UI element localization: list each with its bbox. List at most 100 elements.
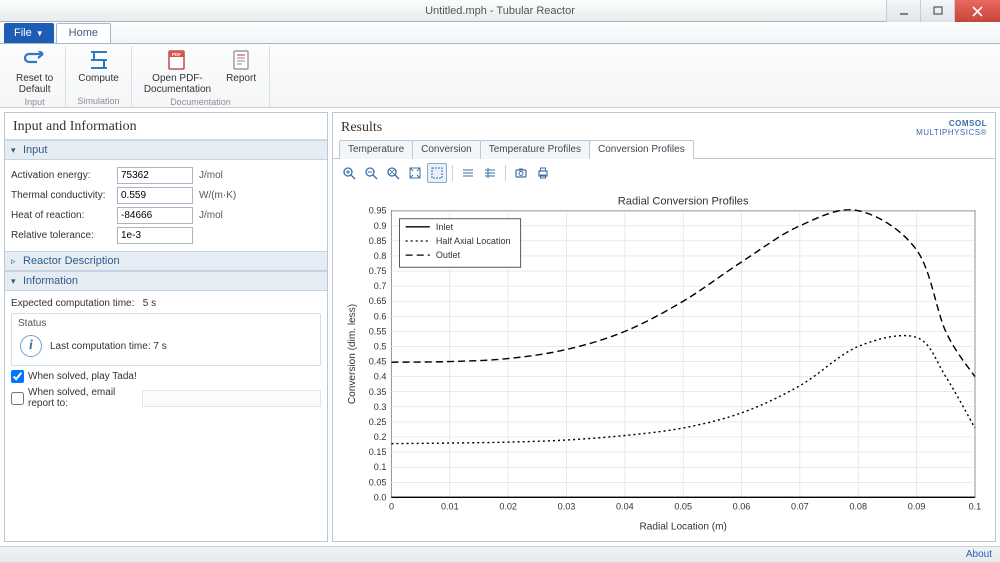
grid-icon[interactable] — [458, 163, 478, 183]
section-information-label: Information — [23, 275, 78, 287]
svg-text:0.0: 0.0 — [374, 492, 387, 502]
file-menu-button[interactable]: File ▼ — [4, 23, 54, 43]
status-label: Status — [18, 318, 314, 329]
window-titlebar: Untitled.mph - Tubular Reactor — [0, 0, 1000, 22]
play-tada-checkbox[interactable] — [11, 370, 24, 383]
svg-text:PDF: PDF — [172, 52, 181, 57]
report-button[interactable]: Report — [219, 46, 263, 97]
open-pdf-documentation-button[interactable]: PDF Open PDF- Documentation — [138, 46, 217, 97]
ribbon-panel: Reset to Default Input Compute Simulatio… — [0, 44, 1000, 108]
zoom-reset-icon[interactable] — [383, 163, 403, 183]
email-report-label: When solved, email report to: — [28, 387, 134, 409]
activation-energy-unit: J/mol — [199, 170, 223, 181]
left-panel-title: Input and Information — [5, 113, 327, 140]
status-text: Last computation time: 7 s — [50, 341, 167, 352]
heat-of-reaction-unit: J/mol — [199, 210, 223, 221]
conversion-profiles-chart: 00.010.020.030.040.050.060.070.080.090.1… — [341, 189, 987, 535]
svg-text:0.02: 0.02 — [499, 501, 517, 511]
section-input-label: Input — [23, 144, 47, 156]
svg-text:0.65: 0.65 — [369, 296, 387, 306]
svg-text:0.01: 0.01 — [441, 501, 459, 511]
results-title: Results — [341, 120, 382, 136]
svg-text:0.5: 0.5 — [374, 342, 387, 352]
thermal-conductivity-input[interactable] — [117, 187, 193, 204]
svg-text:0.85: 0.85 — [369, 236, 387, 246]
svg-text:0.9: 0.9 — [374, 221, 387, 231]
pdf-icon: PDF — [165, 48, 189, 72]
svg-text:0: 0 — [389, 501, 394, 511]
heat-of-reaction-input[interactable] — [117, 207, 193, 224]
activation-energy-input[interactable] — [117, 167, 193, 184]
section-header-input[interactable]: ▾ Input — [5, 140, 327, 160]
email-report-input[interactable] — [142, 390, 321, 407]
tab-conversion[interactable]: Conversion — [412, 140, 481, 159]
dropdown-caret-icon: ▼ — [36, 29, 44, 38]
zoom-extents-icon[interactable] — [405, 163, 425, 183]
print-icon[interactable] — [533, 163, 553, 183]
zoom-out-icon[interactable] — [361, 163, 381, 183]
svg-text:0.05: 0.05 — [369, 477, 387, 487]
svg-text:0.06: 0.06 — [733, 501, 751, 511]
tab-temperature-profiles[interactable]: Temperature Profiles — [480, 140, 590, 159]
brand-top: COMSOL — [916, 119, 987, 128]
svg-text:Inlet: Inlet — [436, 222, 454, 232]
tab-temperature[interactable]: Temperature — [339, 140, 413, 159]
chevron-down-icon: ▾ — [11, 145, 19, 156]
legend-icon[interactable] — [480, 163, 500, 183]
reset-to-default-button[interactable]: Reset to Default — [10, 46, 59, 97]
chevron-down-icon: ▾ — [11, 276, 19, 287]
open-pdf-documentation-label: Open PDF- Documentation — [144, 73, 211, 95]
reset-icon — [23, 48, 47, 72]
svg-text:0.25: 0.25 — [369, 417, 387, 427]
window-title: Untitled.mph - Tubular Reactor — [0, 5, 1000, 17]
window-minimize-button[interactable] — [886, 0, 920, 22]
ribbon-group-documentation-label: Documentation — [170, 97, 231, 108]
svg-text:0.08: 0.08 — [849, 501, 867, 511]
reset-to-default-label: Reset to Default — [16, 73, 53, 95]
svg-text:0.95: 0.95 — [369, 206, 387, 216]
section-reactor-description-label: Reactor Description — [23, 255, 120, 267]
window-maximize-button[interactable] — [920, 0, 954, 22]
heat-of-reaction-label: Heat of reaction: — [11, 210, 117, 221]
svg-text:0.6: 0.6 — [374, 311, 387, 321]
expected-computation-time-label: Expected computation time: — [11, 298, 134, 309]
info-icon: i — [20, 335, 42, 357]
zoom-box-icon[interactable] — [427, 163, 447, 183]
svg-text:Half Axial Location: Half Axial Location — [436, 236, 511, 246]
thermal-conductivity-label: Thermal conductivity: — [11, 190, 117, 201]
compute-button[interactable]: Compute — [72, 46, 125, 86]
file-menu-label: File — [14, 27, 32, 39]
svg-text:Outlet: Outlet — [436, 250, 461, 260]
ribbon-group-simulation-label: Simulation — [78, 96, 120, 107]
svg-text:0.1: 0.1 — [374, 462, 387, 472]
svg-text:0.05: 0.05 — [674, 501, 692, 511]
zoom-in-icon[interactable] — [339, 163, 359, 183]
relative-tolerance-label: Relative tolerance: — [11, 230, 117, 241]
plot-toolbar — [333, 159, 995, 187]
section-header-information[interactable]: ▾ Information — [5, 271, 327, 291]
relative-tolerance-input[interactable] — [117, 227, 193, 244]
about-link[interactable]: About — [966, 549, 992, 560]
svg-text:0.35: 0.35 — [369, 387, 387, 397]
svg-text:0.2: 0.2 — [374, 432, 387, 442]
svg-text:0.1: 0.1 — [969, 501, 982, 511]
chevron-right-icon: ▹ — [11, 256, 19, 267]
svg-text:0.75: 0.75 — [369, 266, 387, 276]
section-header-reactor-description[interactable]: ▹ Reactor Description — [5, 251, 327, 271]
activation-energy-label: Activation energy: — [11, 170, 117, 181]
report-label: Report — [226, 73, 256, 84]
svg-text:0.3: 0.3 — [374, 402, 387, 412]
brand-bottom: MULTIPHYSICS® — [916, 128, 987, 137]
snapshot-icon[interactable] — [511, 163, 531, 183]
tab-conversion-profiles[interactable]: Conversion Profiles — [589, 140, 694, 159]
thermal-conductivity-unit: W/(m·K) — [199, 190, 236, 201]
report-icon — [229, 48, 253, 72]
toolbar-separator — [452, 165, 453, 181]
svg-text:0.09: 0.09 — [908, 501, 926, 511]
email-report-checkbox[interactable] — [11, 392, 24, 405]
results-panel: Results COMSOL MULTIPHYSICS® Temperature… — [332, 112, 996, 542]
svg-text:0.7: 0.7 — [374, 281, 387, 291]
window-close-button[interactable] — [954, 0, 1000, 22]
svg-text:0.04: 0.04 — [616, 501, 634, 511]
tab-home[interactable]: Home — [56, 23, 111, 43]
